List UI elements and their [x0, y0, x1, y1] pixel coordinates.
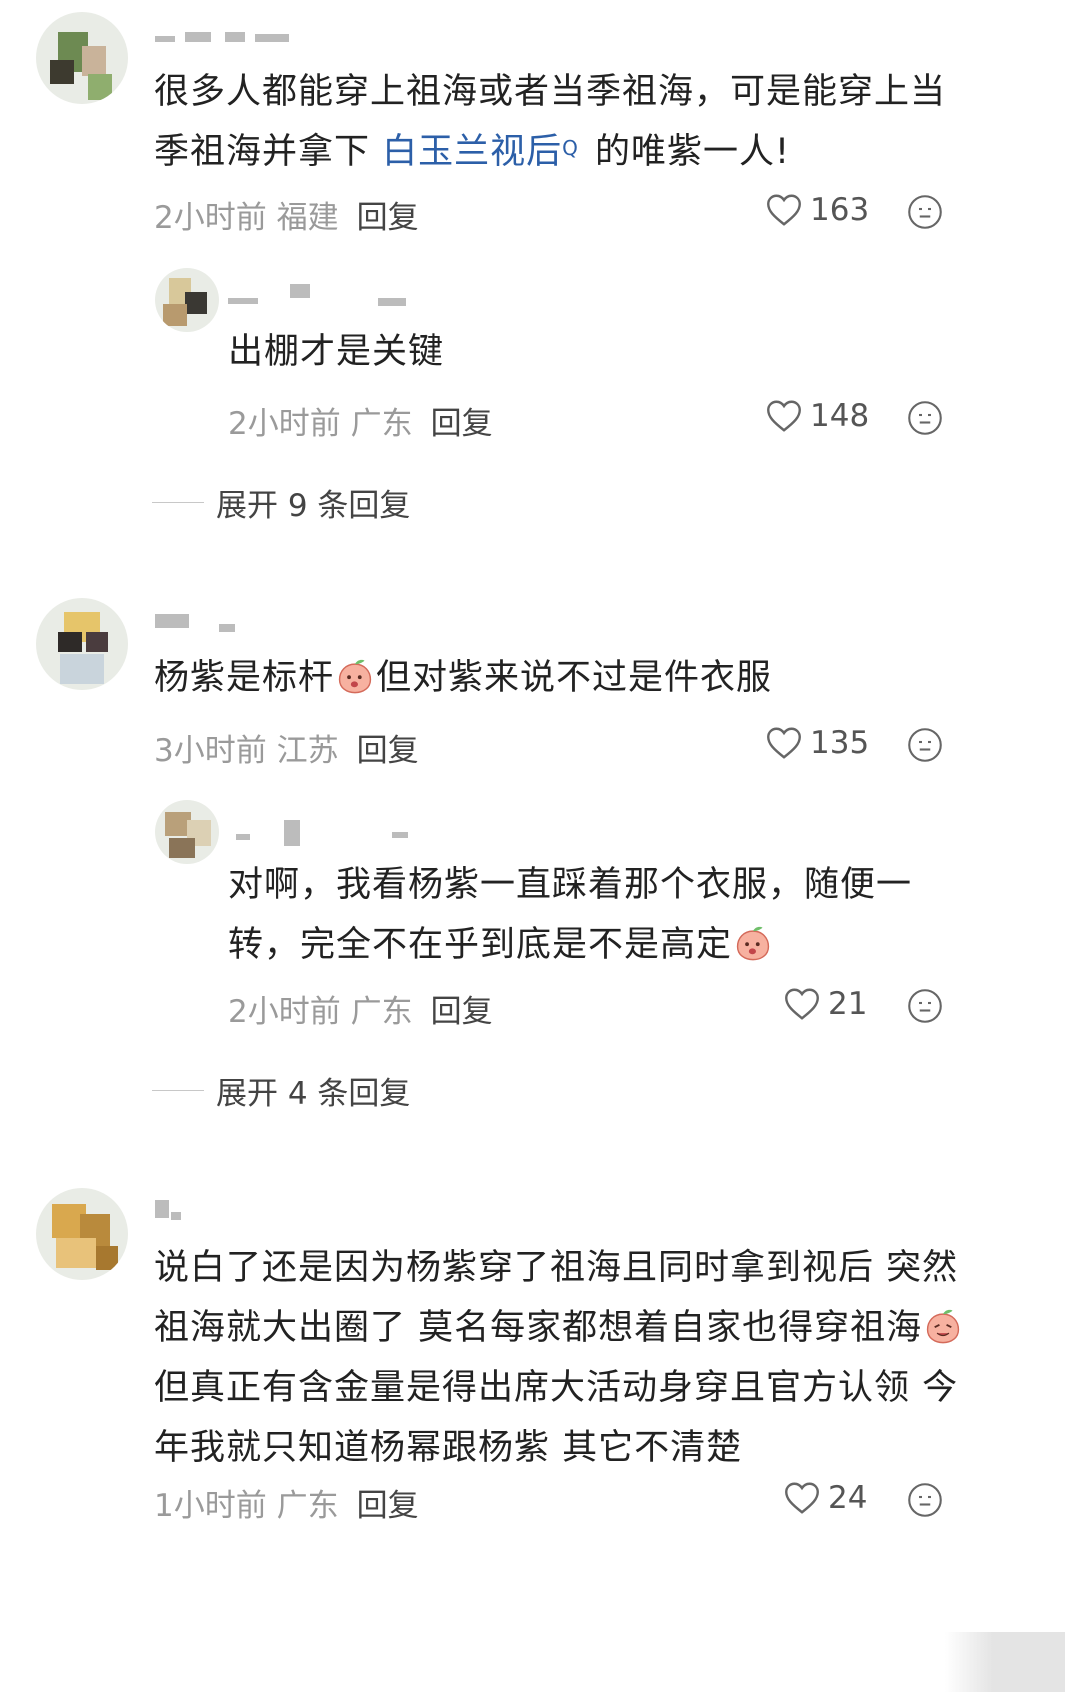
face-reaction-icon[interactable]: [907, 400, 943, 436]
username-redacted[interactable]: [155, 1200, 215, 1226]
expand-replies-button[interactable]: 展开 9 条回复: [152, 480, 410, 525]
face-reaction-icon[interactable]: [907, 727, 943, 763]
comment-meta: 3小时前 江苏 回复: [154, 733, 419, 769]
username-redacted[interactable]: [228, 284, 408, 310]
comment-meta: 2小时前 福建 回复: [154, 200, 419, 236]
face-reaction-icon[interactable]: [907, 194, 943, 230]
face-reaction-icon[interactable]: [907, 988, 943, 1024]
heart-outline-icon: [767, 400, 801, 432]
comment-meta: 2小时前 广东 回复: [228, 994, 493, 1030]
divider: [152, 1090, 204, 1091]
peach-emoji-icon: [926, 1309, 960, 1344]
comment-text: 出棚才是关键: [228, 332, 445, 372]
search-icon: Q: [562, 136, 579, 160]
search-link[interactable]: 白玉兰视后: [382, 132, 562, 172]
comment-meta: 1小时前 广东 回复: [154, 1488, 419, 1524]
avatar[interactable]: [155, 800, 219, 864]
username-redacted[interactable]: [155, 26, 315, 52]
like-button[interactable]: 21: [784, 986, 867, 1022]
divider: [152, 502, 204, 503]
heart-outline-icon: [785, 988, 819, 1020]
heart-outline-icon: [785, 1482, 819, 1514]
face-reaction-icon[interactable]: [907, 1482, 943, 1518]
comment-text: 很多人都能穿上祖海或者当季祖海，可是能穿上当 季祖海并拿下 白玉兰视后Q 的唯紫…: [154, 72, 947, 172]
heart-outline-icon: [767, 194, 801, 226]
reply-button[interactable]: 回复: [431, 406, 493, 442]
avatar[interactable]: [36, 12, 128, 104]
like-button[interactable]: 163: [766, 192, 869, 228]
comment-text: 说白了还是因为杨紫穿了祖海且同时拿到视后 突然 祖海就大出圈了 莫名每家都想着自…: [154, 1238, 964, 1478]
username-redacted[interactable]: [236, 820, 416, 846]
reply-button[interactable]: 回复: [357, 1488, 419, 1524]
comment-text: 杨紫是标杆 但对紫来说不过是件衣服: [154, 658, 773, 698]
watermark: [945, 1632, 1065, 1692]
username-redacted[interactable]: [155, 612, 275, 638]
avatar[interactable]: [36, 1188, 128, 1280]
like-button[interactable]: 24: [784, 1480, 867, 1516]
expand-replies-button[interactable]: 展开 4 条回复: [152, 1068, 410, 1113]
avatar[interactable]: [36, 598, 128, 690]
like-button[interactable]: 148: [766, 398, 869, 434]
heart-outline-icon: [767, 727, 801, 759]
reply-button[interactable]: 回复: [357, 733, 419, 769]
reply-button[interactable]: 回复: [431, 994, 493, 1030]
peach-emoji-icon: [736, 926, 770, 961]
reply-button[interactable]: 回复: [357, 200, 419, 236]
comment-meta: 2小时前 广东 回复: [228, 406, 493, 442]
comment-text: 对啊，我看杨紫一直踩着那个衣服，随便一 转，完全不在乎到底是不是高定: [228, 865, 913, 965]
peach-emoji-icon: [338, 659, 372, 694]
avatar[interactable]: [155, 268, 219, 332]
like-button[interactable]: 135: [766, 725, 869, 761]
